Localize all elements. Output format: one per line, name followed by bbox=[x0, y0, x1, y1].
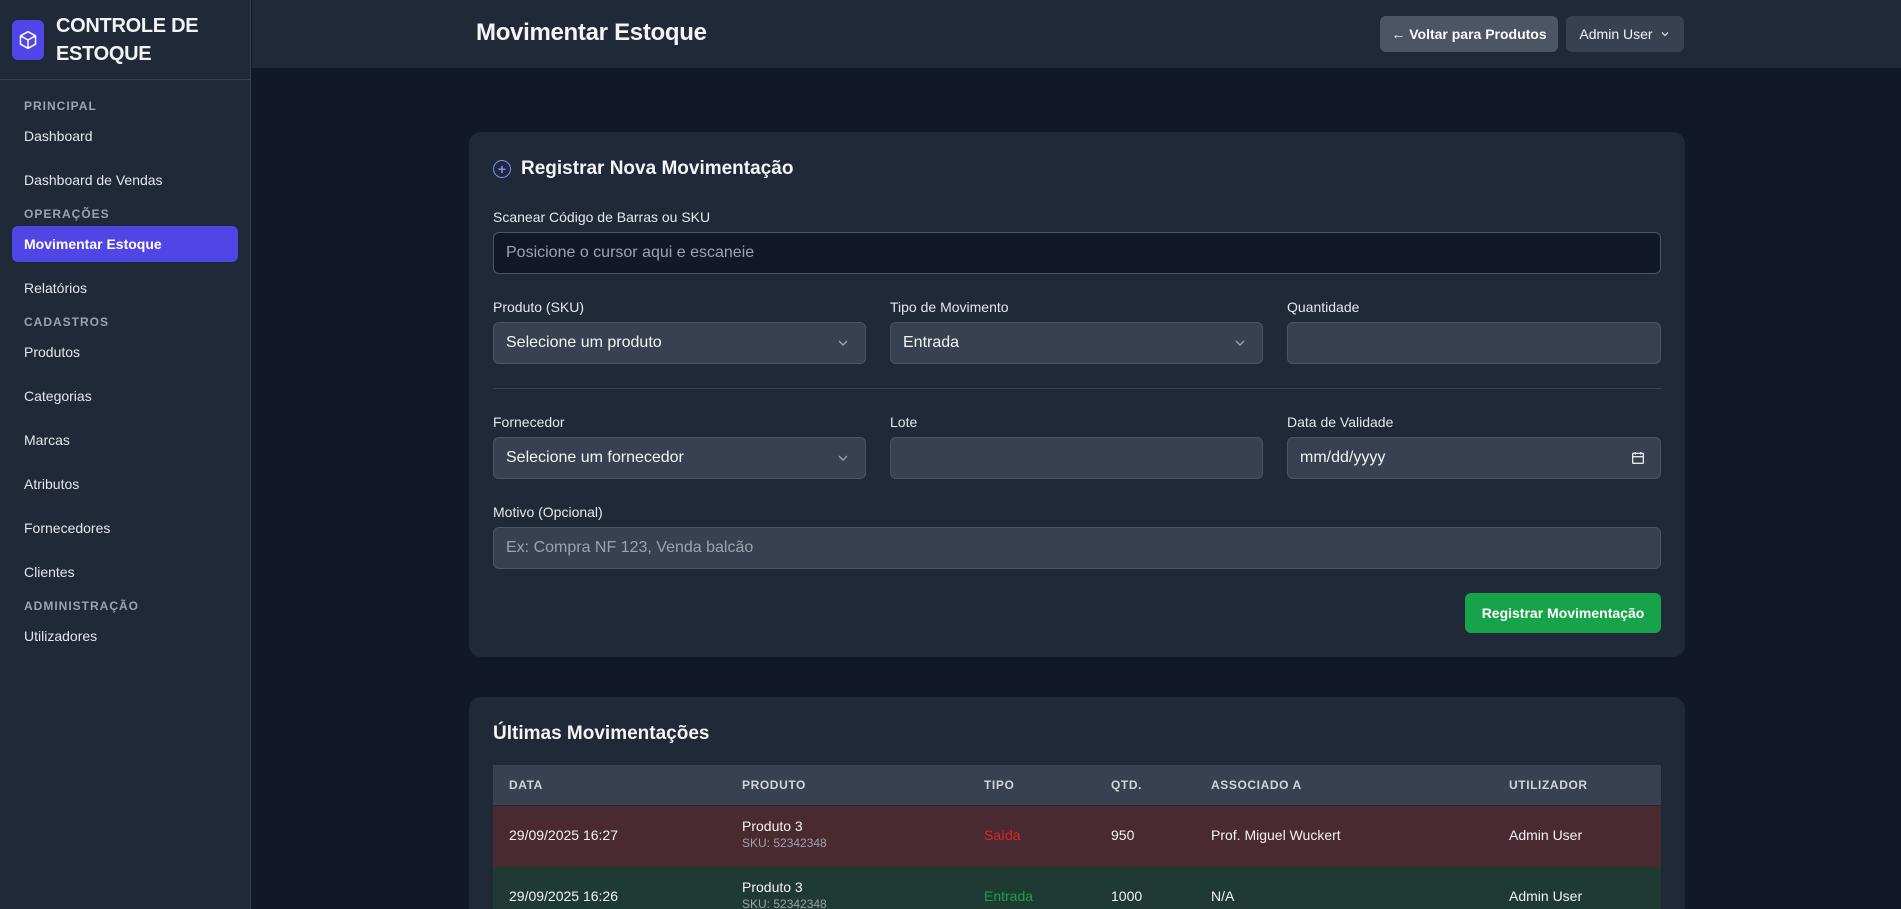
sidebar-item-produtos[interactable]: Produtos bbox=[12, 334, 238, 370]
top-header: Movimentar Estoque ← Voltar para Produto… bbox=[252, 0, 1901, 68]
barcode-scan-input[interactable]: Posicione o cursor aqui e escaneie bbox=[493, 232, 1661, 274]
user-name: Admin User bbox=[1579, 26, 1653, 42]
brand: CONTROLE DE ESTOQUE bbox=[0, 0, 250, 80]
chevron-down-icon bbox=[838, 340, 848, 346]
lote-label: Lote bbox=[890, 414, 918, 430]
sidebar-item-categorias[interactable]: Categorias bbox=[12, 378, 238, 414]
form-title-text: Registrar Nova Movimentação bbox=[521, 158, 794, 179]
cell-produto-name: Produto 3 bbox=[742, 879, 803, 895]
fornecedor-select-value: Selecione um fornecedor bbox=[506, 449, 684, 466]
sidebar-item-dashboard-vendas[interactable]: Dashboard de Vendas bbox=[12, 162, 238, 198]
tipo-select[interactable]: Entrada bbox=[890, 322, 1263, 364]
sidebar-item-marcas[interactable]: Marcas bbox=[12, 422, 238, 458]
sidebar-item-relatorios[interactable]: Relatórios bbox=[12, 270, 238, 306]
brand-title: CONTROLE DE ESTOQUE bbox=[56, 12, 199, 68]
page-title: Movimentar Estoque bbox=[476, 19, 707, 46]
column-header-utilizador: UTILIZADOR bbox=[1509, 778, 1588, 792]
movement-form-card: + Registrar Nova Movimentação Scanear Có… bbox=[469, 132, 1685, 657]
produto-select-value: Selecione um produto bbox=[506, 334, 662, 351]
sidebar-item-atributos[interactable]: Atributos bbox=[12, 466, 238, 502]
cell-data: 29/09/2025 16:27 bbox=[509, 827, 618, 843]
motivo-label: Motivo (Opcional) bbox=[493, 504, 603, 520]
chevron-down-icon bbox=[838, 455, 848, 461]
cell-data: 29/09/2025 16:26 bbox=[509, 888, 618, 904]
validade-label: Data de Validade bbox=[1287, 414, 1394, 430]
scan-label: Scanear Código de Barras ou SKU bbox=[493, 209, 711, 225]
produto-label: Produto (SKU) bbox=[493, 299, 585, 315]
sidebar-item-utilizadores[interactable]: Utilizadores bbox=[12, 618, 238, 654]
cell-utilizador: Admin User bbox=[1509, 827, 1583, 843]
chevron-down-icon bbox=[1235, 340, 1245, 346]
quantidade-input[interactable] bbox=[1287, 322, 1661, 364]
cell-produto-sku: SKU: 52342348 bbox=[742, 897, 827, 909]
validade-placeholder: mm/dd/yyyy bbox=[1300, 449, 1386, 466]
cell-associado: Prof. Miguel Wuckert bbox=[1211, 827, 1341, 843]
form-title: + Registrar Nova Movimentação bbox=[493, 158, 793, 180]
cell-tipo: Entrada bbox=[984, 888, 1034, 904]
scan-placeholder: Posicione o cursor aqui e escaneie bbox=[506, 244, 755, 261]
cell-produto-sku: SKU: 52342348 bbox=[742, 836, 827, 850]
quantidade-label: Quantidade bbox=[1287, 299, 1360, 315]
column-header-tipo: TIPO bbox=[984, 778, 1015, 792]
sidebar-item-fornecedores[interactable]: Fornecedores bbox=[12, 510, 238, 546]
cell-produto-name: Produto 3 bbox=[742, 818, 803, 834]
cell-qtd: 1000 bbox=[1111, 888, 1143, 904]
column-header-associado: ASSOCIADO A bbox=[1211, 778, 1302, 792]
sidebar-nav: PRINCIPAL Dashboard Dashboard de Vendas … bbox=[0, 80, 250, 676]
lote-input[interactable] bbox=[890, 437, 1263, 479]
nav-section-operacoes: OPERAÇÕES bbox=[24, 207, 110, 221]
motivo-placeholder: Ex: Compra NF 123, Venda balcão bbox=[506, 539, 754, 556]
calendar-icon[interactable] bbox=[1630, 450, 1646, 466]
column-header-data: DATA bbox=[509, 778, 543, 792]
validade-date-input[interactable]: mm/dd/yyyy bbox=[1287, 437, 1661, 479]
plus-circle-icon: + bbox=[493, 160, 511, 178]
motivo-input[interactable]: Ex: Compra NF 123, Venda balcão bbox=[493, 527, 1661, 569]
chevron-down-icon bbox=[1661, 32, 1669, 37]
movements-title: Últimas Movimentações bbox=[493, 723, 710, 744]
recent-movements-card: Últimas Movimentações DATA PRODUTO TIPO … bbox=[469, 697, 1685, 909]
cell-associado: N/A bbox=[1211, 888, 1235, 904]
fornecedor-select[interactable]: Selecione um fornecedor bbox=[493, 437, 866, 479]
fornecedor-label: Fornecedor bbox=[493, 414, 565, 430]
back-to-products-button[interactable]: ← Voltar para Produtos bbox=[1380, 16, 1558, 52]
brand-title-line2: ESTOQUE bbox=[56, 42, 152, 65]
register-movement-button[interactable]: Registrar Movimentação bbox=[1465, 593, 1661, 633]
column-header-produto: PRODUTO bbox=[742, 778, 806, 792]
table-header: DATA PRODUTO TIPO QTD. ASSOCIADO A UTILI… bbox=[493, 765, 1661, 805]
cell-qtd: 950 bbox=[1111, 827, 1135, 843]
produto-select[interactable]: Selecione um produto bbox=[493, 322, 866, 364]
form-divider bbox=[493, 388, 1661, 389]
nav-section-principal: PRINCIPAL bbox=[24, 99, 97, 113]
table-row: 29/09/2025 16:26 Produto 3 SKU: 52342348… bbox=[493, 867, 1661, 909]
cube-icon bbox=[12, 19, 44, 60]
column-header-qtd: QTD. bbox=[1111, 778, 1143, 792]
user-menu[interactable]: Admin User bbox=[1566, 16, 1684, 52]
tipo-label: Tipo de Movimento bbox=[890, 299, 1009, 315]
sidebar: CONTROLE DE ESTOQUE PRINCIPAL Dashboard … bbox=[0, 0, 251, 909]
tipo-select-value: Entrada bbox=[903, 334, 960, 351]
sidebar-item-dashboard[interactable]: Dashboard bbox=[12, 118, 238, 154]
cell-utilizador: Admin User bbox=[1509, 888, 1583, 904]
sidebar-item-movimentar-estoque[interactable]: Movimentar Estoque bbox=[12, 226, 238, 262]
sidebar-item-clientes[interactable]: Clientes bbox=[12, 554, 238, 590]
nav-section-administracao: ADMINISTRAÇÃO bbox=[24, 599, 139, 613]
brand-title-line1: CONTROLE DE bbox=[56, 14, 199, 37]
table-row: 29/09/2025 16:27 Produto 3 SKU: 52342348… bbox=[493, 806, 1661, 867]
cell-produto: Produto 3 SKU: 52342348 bbox=[742, 818, 827, 850]
cell-produto: Produto 3 SKU: 52342348 bbox=[742, 879, 827, 909]
cell-tipo: Saída bbox=[984, 827, 1021, 843]
nav-section-cadastros: CADASTROS bbox=[24, 315, 110, 329]
